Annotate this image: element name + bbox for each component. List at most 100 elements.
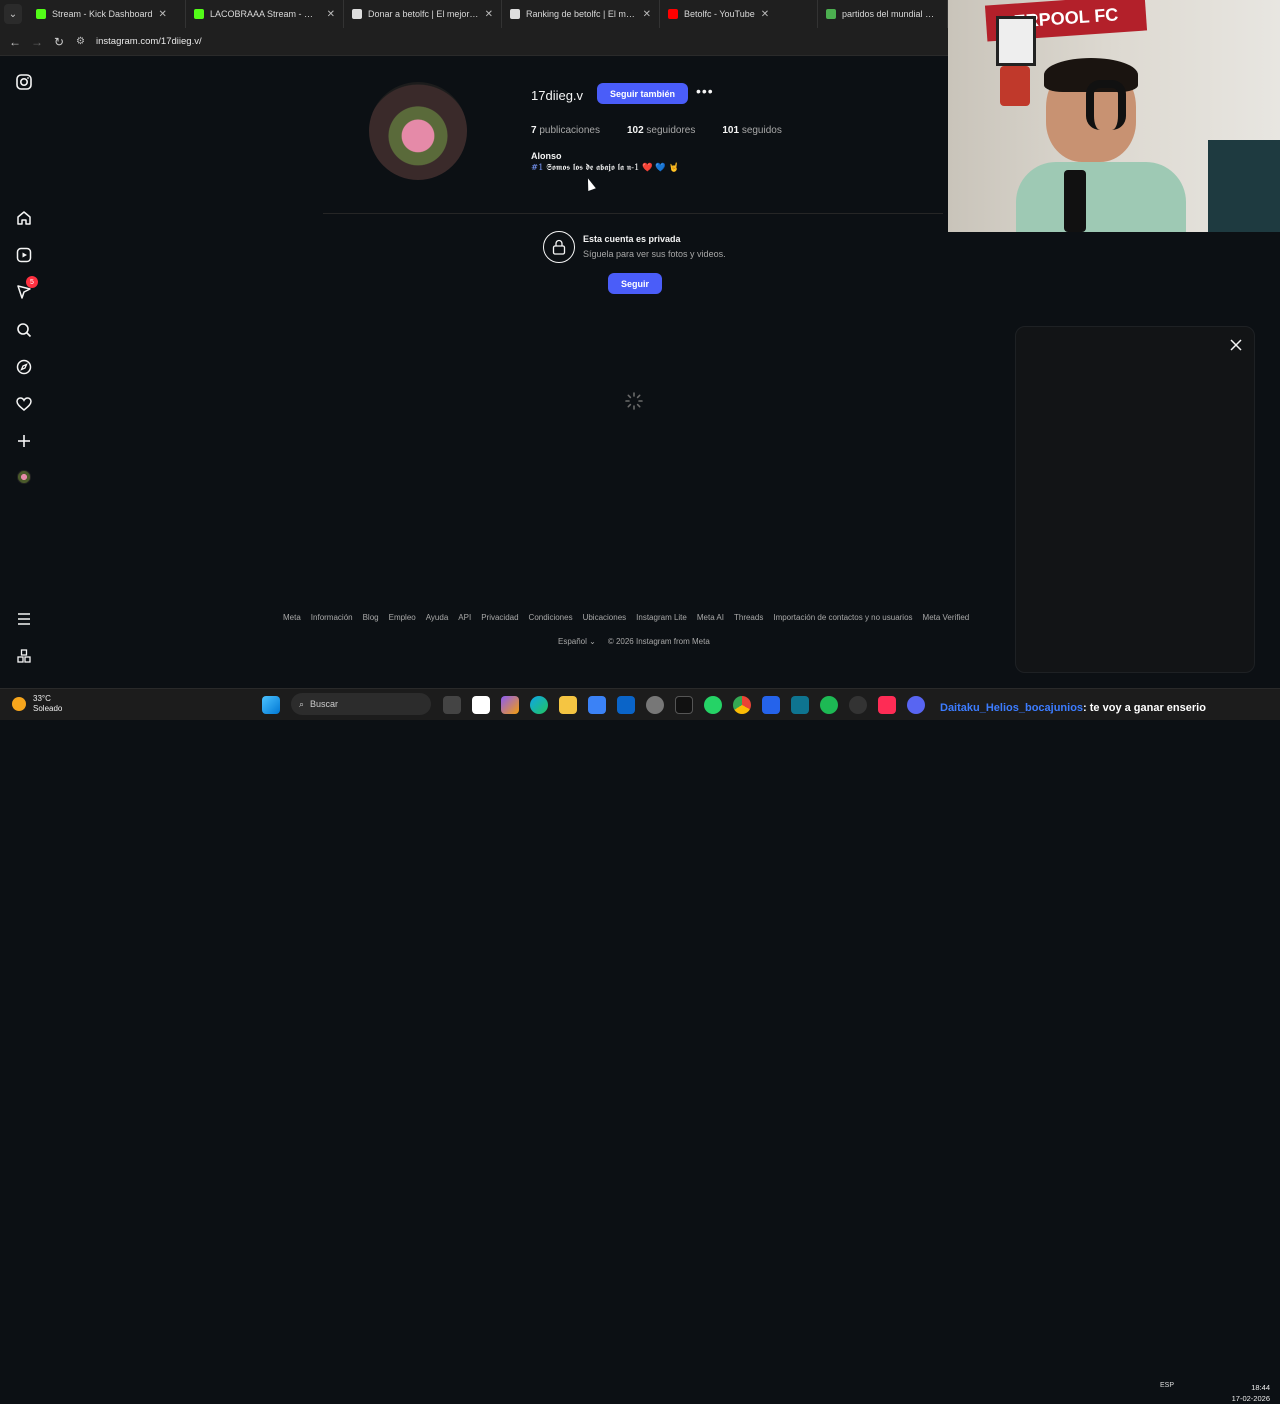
footer-link[interactable]: Privacidad <box>481 613 518 622</box>
file-explorer-icon[interactable] <box>559 696 577 714</box>
stat-count: 102 <box>626 125 644 136</box>
footer-link[interactable]: Información <box>311 613 353 622</box>
footer-link[interactable]: Importación de contactos y no usuarios <box>773 613 912 622</box>
browser-tab[interactable]: Betolfc - YouTube ✕ <box>660 0 818 28</box>
clock-time: 18:44 <box>1251 1383 1270 1392</box>
app-icon[interactable] <box>646 696 664 714</box>
stat-label: seguidores <box>646 125 696 136</box>
menu-icon[interactable] <box>14 609 34 629</box>
address-bar: ← → ↻ ⚙ instagram.com/17diieg.v/ <box>0 28 948 56</box>
more-apps-icon[interactable] <box>14 646 34 666</box>
bio-hashtag[interactable]: #1 <box>531 163 544 173</box>
app-icon-2[interactable] <box>762 696 780 714</box>
footer-link[interactable]: Ubicaciones <box>583 613 627 622</box>
browser-tab[interactable]: partidos del mundial 2026 DE <box>818 0 948 28</box>
reload-icon[interactable]: ↻ <box>48 35 70 49</box>
search-icon: ⌕ <box>299 698 305 709</box>
taskbar-search-placeholder: Buscar <box>310 699 339 709</box>
wall-frame <box>996 16 1036 66</box>
forward-icon[interactable]: → <box>26 35 48 49</box>
webcam-overlay: ERPOOL FC <box>948 0 1280 232</box>
footer-link[interactable]: Threads <box>734 613 763 622</box>
footer-link[interactable]: Ayuda <box>426 613 449 622</box>
tab-close-icon[interactable]: ✕ <box>643 9 651 20</box>
store-icon[interactable] <box>588 696 606 714</box>
profile-divider <box>323 213 943 214</box>
more-options-icon[interactable]: ••• <box>696 83 714 99</box>
whatsapp-icon[interactable] <box>704 696 722 714</box>
weather-temp: 33°C <box>33 694 51 703</box>
follow-button[interactable]: Seguir <box>608 273 662 294</box>
stat-label: seguidos <box>741 125 782 136</box>
tab-list-button[interactable]: ⌄ <box>4 4 22 24</box>
tab-favicon-icon <box>36 9 46 19</box>
create-icon[interactable] <box>14 431 34 451</box>
url-text: instagram.com/17diieg.v/ <box>96 36 202 47</box>
app-icon-3[interactable] <box>791 696 809 714</box>
obs-icon[interactable] <box>849 696 867 714</box>
instagram-icon[interactable] <box>14 72 34 92</box>
stat-count: 7 <box>531 125 537 136</box>
tab-title: LACOBRAAA Stream - Watch Live <box>210 9 321 19</box>
profile-avatar[interactable] <box>369 82 467 180</box>
weather-widget[interactable]: 33°C Soleado <box>12 694 62 714</box>
reels-icon[interactable] <box>14 245 34 265</box>
close-icon[interactable] <box>1228 337 1244 353</box>
messages-icon[interactable]: 5 <box>14 276 38 302</box>
footer-link[interactable]: Meta AI <box>697 613 724 622</box>
browser-tab[interactable]: Ranking de betolfc | El mejor sorteo ✕ <box>502 0 660 28</box>
site-settings-icon[interactable]: ⚙ <box>76 36 90 47</box>
explore-icon[interactable] <box>14 357 34 377</box>
chrome-icon[interactable] <box>733 696 751 714</box>
stat-label: publicaciones <box>539 125 600 136</box>
spotify-icon[interactable] <box>820 696 838 714</box>
profile-icon[interactable] <box>14 467 34 487</box>
browser-tab[interactable]: Stream - Kick Dashboard ✕ <box>28 0 186 28</box>
tiktok-studio-icon[interactable] <box>878 696 896 714</box>
tab-favicon-icon <box>510 9 520 19</box>
footer-link[interactable]: Empleo <box>389 613 416 622</box>
tab-close-icon[interactable]: ✕ <box>761 9 769 20</box>
language-select[interactable]: Español ⌄ <box>558 637 596 646</box>
footer-link[interactable]: Meta <box>283 613 301 622</box>
taskbar-apps: ⌕ Buscar <box>262 693 936 715</box>
back-icon[interactable]: ← <box>4 35 26 49</box>
browser-tab[interactable]: Donar a betolfc | El mejor software ✕ <box>344 0 502 28</box>
tab-close-icon[interactable]: ✕ <box>159 9 167 20</box>
taskbar-search[interactable]: ⌕ Buscar <box>291 693 431 715</box>
profile-stat[interactable]: 102 seguidores <box>627 125 695 136</box>
task-view-icon[interactable] <box>443 696 461 714</box>
search-icon[interactable] <box>14 320 34 340</box>
footer-link[interactable]: API <box>458 613 471 622</box>
browser-tab[interactable]: LACOBRAAA Stream - Watch Live ✕ <box>186 0 344 28</box>
footer-link[interactable]: Meta Verified <box>923 613 970 622</box>
copilot-icon[interactable] <box>501 696 519 714</box>
footer-link[interactable]: Instagram Lite <box>636 613 687 622</box>
follow-also-button[interactable]: Seguir también <box>597 83 688 104</box>
url-field[interactable]: ⚙ instagram.com/17diieg.v/ <box>76 31 940 52</box>
capcut-icon[interactable] <box>472 696 490 714</box>
taskbar-clock[interactable]: 18:44 17-02-2026 <box>1232 1382 1270 1404</box>
browser-tab-bar: ⌄ Stream - Kick Dashboard ✕ LACOBRAAA Stre… <box>0 0 948 28</box>
edge-icon[interactable] <box>530 696 548 714</box>
tab-favicon-icon <box>668 9 678 19</box>
discord-icon[interactable] <box>907 696 925 714</box>
system-tray[interactable]: ESP <box>1160 1382 1174 1389</box>
floating-panel <box>1015 326 1255 673</box>
home-icon[interactable] <box>14 208 34 228</box>
outlook-icon[interactable] <box>617 696 635 714</box>
clock-date: 17-02-2026 <box>1231 1394 1270 1403</box>
tab-close-icon[interactable]: ✕ <box>485 9 493 20</box>
footer-link[interactable]: Condiciones <box>529 613 573 622</box>
tiktok-icon[interactable] <box>675 696 693 714</box>
tab-title: partidos del mundial 2026 DE <box>842 9 939 19</box>
private-account-title: Esta cuenta es privada <box>583 234 681 244</box>
footer-link[interactable]: Blog <box>363 613 379 622</box>
windows-start-icon[interactable] <box>262 696 280 714</box>
heart-icon[interactable] <box>14 394 34 414</box>
profile-main: 17diieg.v Seguir también ••• 7 publicaci… <box>48 57 969 688</box>
profile-stat[interactable]: 101 seguidos <box>722 125 782 136</box>
tab-close-icon[interactable]: ✕ <box>327 9 335 20</box>
chair <box>1208 140 1280 232</box>
tab-favicon-icon <box>352 9 362 19</box>
